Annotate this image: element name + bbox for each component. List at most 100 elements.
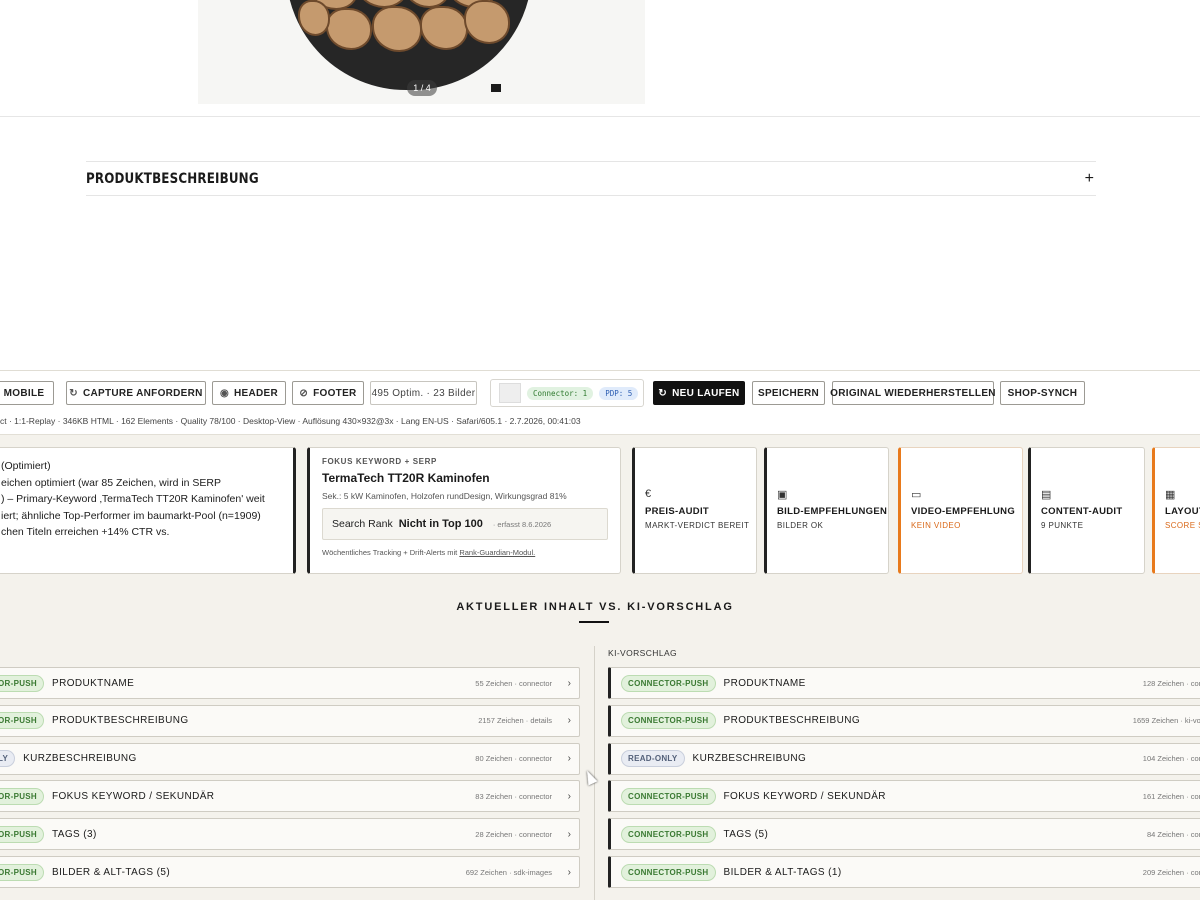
capture-status-line: ct · 1:1-Replay · 346KB HTML · 162 Eleme… bbox=[0, 416, 581, 426]
header-label: HEADER bbox=[234, 387, 279, 399]
row-meta: 28 Zeichen · connector bbox=[475, 829, 552, 839]
comparison-row[interactable]: OR-PUSH FOKUS KEYWORD / SEKUNDÄR 83 Zeiche… bbox=[0, 780, 580, 813]
row-meta: 55 Zeichen · connector bbox=[475, 678, 552, 688]
chevron-right-icon[interactable]: › bbox=[568, 867, 571, 878]
product-description-accordion[interactable]: PRODUKTBESCHREIBUNG + bbox=[86, 161, 1096, 196]
row-label: KURZBESCHREIBUNG bbox=[692, 753, 807, 765]
title-card-line: eichen optimiert (war 85 Zeichen, wird i… bbox=[1, 476, 222, 489]
mobile-view-button[interactable]: MOBILE bbox=[0, 381, 54, 405]
page: 1 / 4 PRODUKTBESCHREIBUNG + MOBILE ↻ CAP… bbox=[0, 0, 1200, 900]
tracking-note: Wöchentliches Tracking + Drift-Alerts mi… bbox=[322, 548, 608, 557]
row-meta: 80 Zeichen · connector bbox=[475, 754, 552, 764]
refresh-icon: ↻ bbox=[69, 387, 78, 399]
audit-title: LAYOUT bbox=[1165, 506, 1200, 517]
save-button[interactable]: SPEICHERN bbox=[752, 381, 825, 405]
ai-proposal-label: KI-VORSCHLAG bbox=[608, 648, 678, 658]
rerun-button[interactable]: ↻ NEU LAUFEN bbox=[653, 381, 745, 405]
connector-push-badge: OR-PUSH bbox=[0, 674, 44, 692]
connector-push-badge: OR-PUSH bbox=[0, 787, 44, 805]
row-label: PRODUKTNAME bbox=[52, 677, 135, 689]
comparison-row[interactable]: OR-PUSH TAGS (3) 28 Zeichen · connector › bbox=[0, 818, 580, 851]
row-meta: 84 Zeichen · conn bbox=[1146, 829, 1200, 839]
rank-label: Search Rank bbox=[332, 518, 393, 530]
chevron-right-icon[interactable]: › bbox=[568, 753, 571, 764]
connector-push-badge: CONNECTOR-PUSH bbox=[621, 712, 716, 730]
image-counter: 1 / 4 bbox=[407, 80, 437, 96]
optimization-count-badge[interactable]: 495 Optim. · 23 Bilder bbox=[370, 381, 477, 405]
grid-icon: ▦ bbox=[1165, 489, 1176, 501]
row-meta: 83 Zeichen · connector bbox=[475, 791, 552, 801]
title-card-line: (Optimiert) bbox=[1, 460, 51, 472]
row-label: PRODUKTNAME bbox=[723, 677, 806, 689]
connector-pill: Connector: 1 bbox=[527, 386, 594, 400]
comparison-row[interactable]: OR-PUSH PRODUKTBESCHREIBUNG 2157 Zeichen ·… bbox=[0, 704, 580, 737]
stove-illustration bbox=[286, 0, 532, 90]
comparison-row[interactable]: CONNECTOR-PUSH TAGS (5) 84 Zeichen · conn bbox=[608, 818, 1200, 851]
comparison-row[interactable]: CONNECTOR-PUSH PRODUKTBESCHREIBUNG 1659 Ze… bbox=[608, 704, 1200, 737]
row-meta: 2157 Zeichen · details bbox=[478, 716, 552, 726]
image-recommendations-card[interactable]: ▣ BILD-EMPFEHLUNGEN BILDER OK bbox=[764, 447, 889, 574]
mobile-label: MOBILE bbox=[3, 387, 45, 399]
audit-status: 9 PUNKTE bbox=[1041, 521, 1084, 530]
title-optimization-card[interactable]: (Optimiert) eichen optimiert (war 85 Zei… bbox=[0, 447, 296, 574]
read-only-badge: READ-ONLY bbox=[621, 750, 685, 768]
pdp-pill: PDP: 5 bbox=[599, 386, 639, 400]
chevron-right-icon[interactable]: › bbox=[568, 715, 571, 726]
restore-label: ORIGINAL WIEDERHERSTELLEN bbox=[830, 387, 996, 399]
comparison-row[interactable]: LY KURZBESCHREIBUNG 80 Zeichen · connector… bbox=[0, 742, 580, 775]
row-label: TAGS (3) bbox=[52, 828, 97, 840]
product-image[interactable]: 1 / 4 bbox=[198, 0, 645, 104]
content-audit-card[interactable]: ▤ CONTENT-AUDIT 9 PUNKTE bbox=[1028, 447, 1145, 574]
row-label: PRODUKTBESCHREIBUNG bbox=[723, 715, 861, 727]
connector-push-badge: CONNECTOR-PUSH bbox=[621, 787, 716, 805]
shop-sync-button[interactable]: SHOP-SYNCH bbox=[1000, 381, 1085, 405]
tracking-text: Wöchentliches Tracking + Drift-Alerts mi… bbox=[322, 548, 458, 557]
row-meta: 104 Zeichen · conn bbox=[1142, 754, 1200, 764]
audit-status: MARKT-VERDICT BEREIT bbox=[645, 521, 750, 530]
plus-icon[interactable]: + bbox=[1085, 170, 1096, 188]
connector-push-badge: OR-PUSH bbox=[0, 863, 44, 881]
row-label: KURZBESCHREIBUNG bbox=[23, 753, 137, 765]
comparison-row[interactable]: OR-PUSH BILDER & ALT-TAGS (5) 692 Zeichen … bbox=[0, 856, 580, 888]
row-label: FOKUS KEYWORD / SEKUNDÄR bbox=[723, 790, 886, 802]
connector-status[interactable]: Connector: 1 PDP: 5 bbox=[490, 379, 644, 407]
focus-keyword-title: TermaTech TT20R Kaminofen bbox=[322, 471, 490, 485]
header-toggle-button[interactable]: ◉ HEADER bbox=[212, 381, 286, 405]
product-thumbnail bbox=[499, 383, 521, 403]
video-icon: ▭ bbox=[911, 489, 922, 501]
capture-label: CAPTURE ANFORDERN bbox=[82, 387, 203, 399]
connector-push-badge: CONNECTOR-PUSH bbox=[621, 825, 716, 843]
column-divider bbox=[594, 646, 595, 900]
focus-keyword-card[interactable]: FOKUS KEYWORD + SERP TermaTech TT20R Kam… bbox=[307, 447, 621, 574]
connector-push-badge: OR-PUSH bbox=[0, 825, 44, 843]
chevron-right-icon[interactable]: › bbox=[568, 678, 571, 689]
comparison-row[interactable]: READ-ONLY KURZBESCHREIBUNG 104 Zeichen · c… bbox=[608, 742, 1200, 775]
row-label: PRODUKTBESCHREIBUNG bbox=[52, 715, 189, 727]
optim-label: 495 Optim. · 23 Bilder bbox=[371, 387, 476, 399]
comparison-heading: AKTUELLER INHALT VS. KI-VORSCHLAG bbox=[456, 601, 734, 613]
comparison-row[interactable]: OR-PUSH PRODUKTNAME 55 Zeichen · connector… bbox=[0, 667, 580, 699]
rank-guardian-link[interactable]: Rank-Guardian-Modul. bbox=[459, 548, 535, 557]
audit-status: BILDER OK bbox=[777, 521, 824, 530]
image-icon: ▣ bbox=[777, 489, 788, 501]
chevron-right-icon[interactable]: › bbox=[568, 791, 571, 802]
comparison-row[interactable]: CONNECTOR-PUSH BILDER & ALT-TAGS (1) 209 Z… bbox=[608, 856, 1200, 888]
accordion-title: PRODUKTBESCHREIBUNG bbox=[86, 170, 259, 187]
rerun-label: NEU LAUFEN bbox=[672, 387, 740, 399]
comparison-row[interactable]: CONNECTOR-PUSH PRODUKTNAME 128 Zeichen · c… bbox=[608, 667, 1200, 699]
save-label: SPEICHERN bbox=[757, 387, 820, 399]
comparison-row[interactable]: CONNECTOR-PUSH FOKUS KEYWORD / SEKUNDÄR 16… bbox=[608, 780, 1200, 813]
audit-status: SCORE S bbox=[1165, 521, 1200, 530]
refresh-icon: ↻ bbox=[658, 387, 668, 399]
video-recommendation-card[interactable]: ▭ VIDEO-EMPFEHLUNG KEIN VIDEO bbox=[898, 447, 1023, 574]
chevron-right-icon[interactable]: › bbox=[568, 829, 571, 840]
eye-icon: ◉ bbox=[219, 387, 229, 399]
capture-request-button[interactable]: ↻ CAPTURE ANFORDERN bbox=[66, 381, 206, 405]
sync-label: SHOP-SYNCH bbox=[1007, 387, 1078, 399]
row-label: FOKUS KEYWORD / SEKUNDÄR bbox=[52, 790, 215, 802]
layout-audit-card[interactable]: ▦ LAYOUT SCORE S bbox=[1152, 447, 1200, 574]
price-audit-card[interactable]: € PREIS-AUDIT MARKT-VERDICT BEREIT bbox=[632, 447, 757, 574]
restore-original-button[interactable]: ORIGINAL WIEDERHERSTELLEN bbox=[830, 381, 996, 405]
row-meta: 692 Zeichen · sdk-images bbox=[465, 867, 552, 877]
footer-toggle-button[interactable]: ⊘ FOOTER bbox=[292, 381, 364, 405]
